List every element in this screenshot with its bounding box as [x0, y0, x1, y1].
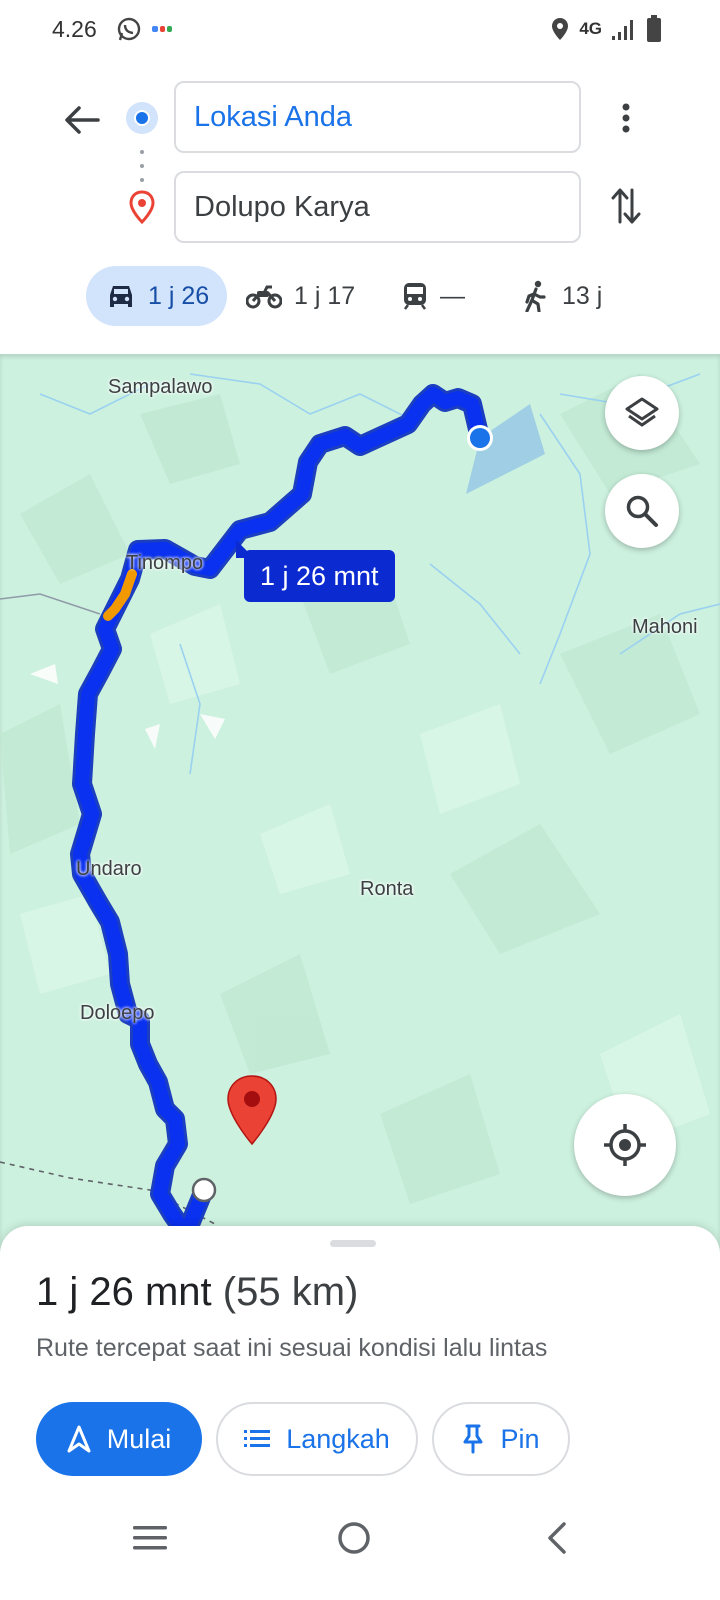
mode-driving-label: 1 j 26	[148, 281, 210, 310]
directions-header: Lokasi Anda Dolupo Karya 1 j 26 1 j 17 —…	[0, 62, 720, 354]
steps-button[interactable]: Langkah	[216, 1402, 418, 1476]
home-circle-icon	[338, 1522, 370, 1554]
recent-apps-button[interactable]	[120, 1508, 180, 1568]
origin-marker	[126, 102, 158, 134]
home-button[interactable]	[324, 1508, 384, 1568]
app-notification-icon	[152, 26, 172, 32]
route-eta-bubble[interactable]: 1 j 26 mnt	[244, 550, 395, 602]
map-label-mahoni: Mahoni	[632, 616, 698, 638]
swap-vert-icon	[611, 188, 641, 224]
start-button-label: Mulai	[106, 1423, 172, 1454]
travel-mode-tabs: 1 j 26 1 j 17 — 13 j	[0, 266, 720, 326]
swap-route-button[interactable]	[604, 184, 648, 228]
mode-driving-tab[interactable]: 1 j 26	[86, 266, 228, 326]
list-icon	[244, 1430, 271, 1447]
mode-transit-label: —	[440, 281, 465, 310]
more-vert-icon	[622, 103, 630, 133]
signal-icon	[612, 20, 633, 40]
route-summary: 1 j 26 mnt (55 km)	[36, 1270, 358, 1315]
my-location-button[interactable]	[574, 1094, 676, 1196]
sheet-drag-handle[interactable]	[330, 1240, 376, 1247]
mode-walking-label: 13 j	[562, 281, 603, 310]
layers-icon	[625, 397, 659, 427]
more-options-button[interactable]	[604, 96, 648, 140]
battery-icon	[647, 15, 661, 42]
destination-pin-icon[interactable]	[226, 1074, 278, 1146]
system-back-button[interactable]	[526, 1508, 586, 1568]
mode-transit-tab[interactable]: —	[402, 266, 465, 326]
system-navigation-bar	[0, 1490, 720, 1600]
start-navigation-button[interactable]: Mulai	[36, 1402, 202, 1476]
origin-dot-icon	[134, 110, 150, 126]
search-icon	[626, 495, 658, 527]
back-button[interactable]	[58, 96, 106, 144]
menu-icon	[133, 1526, 167, 1550]
destination-input[interactable]: Dolupo Karya	[174, 171, 581, 243]
route-duration: 1 j 26 mnt	[36, 1270, 212, 1314]
pin-button-label: Pin	[500, 1423, 540, 1454]
mode-motorcycle-tab[interactable]: 1 j 17	[246, 266, 355, 326]
route-distance: (55 km)	[222, 1270, 359, 1314]
route-connector-dots	[140, 150, 144, 182]
map-label-sampalawo: Sampalawo	[108, 376, 213, 398]
car-icon	[110, 286, 132, 307]
maps-directions-screen: 4.26 4G Lokasi Anda Dolupo Karya 1 j 26 …	[0, 0, 720, 1600]
location-icon	[552, 18, 569, 40]
status-time: 4.26	[52, 16, 97, 42]
map-layers-button[interactable]	[605, 376, 679, 450]
arrow-back-icon	[65, 106, 100, 134]
navigation-arrow-icon	[67, 1425, 91, 1453]
route-description: Rute tercepat saat ini sesuai kondisi la…	[36, 1334, 548, 1362]
system-icons: 4G	[551, 15, 662, 43]
whatsapp-icon	[117, 17, 141, 41]
route-map[interactable]: Sampalawo Tinompo Mahoni Undaro Ronta Do…	[0, 354, 720, 1254]
motorcycle-icon	[246, 285, 282, 309]
network-type: 4G	[579, 19, 602, 38]
map-label-doloepo: Doloepo	[80, 1002, 155, 1024]
notification-icons	[116, 16, 172, 42]
pushpin-icon	[463, 1424, 483, 1454]
pin-button[interactable]: Pin	[432, 1402, 570, 1476]
train-icon	[404, 283, 426, 310]
walking-icon	[525, 280, 546, 312]
map-label-tinompo: Tinompo	[126, 552, 204, 574]
map-label-ronta: Ronta	[360, 878, 414, 900]
mode-motorcycle-label: 1 j 17	[294, 281, 356, 310]
steps-button-label: Langkah	[286, 1423, 390, 1454]
map-search-button[interactable]	[605, 474, 679, 548]
origin-input[interactable]: Lokasi Anda	[174, 81, 581, 153]
chevron-left-icon	[548, 1522, 566, 1554]
mode-walking-tab[interactable]: 13 j	[522, 266, 602, 326]
status-bar: 4.26 4G	[0, 0, 720, 62]
map-label-undaro: Undaro	[76, 858, 142, 880]
destination-pin-icon	[129, 190, 155, 224]
my-location-icon	[604, 1124, 646, 1166]
